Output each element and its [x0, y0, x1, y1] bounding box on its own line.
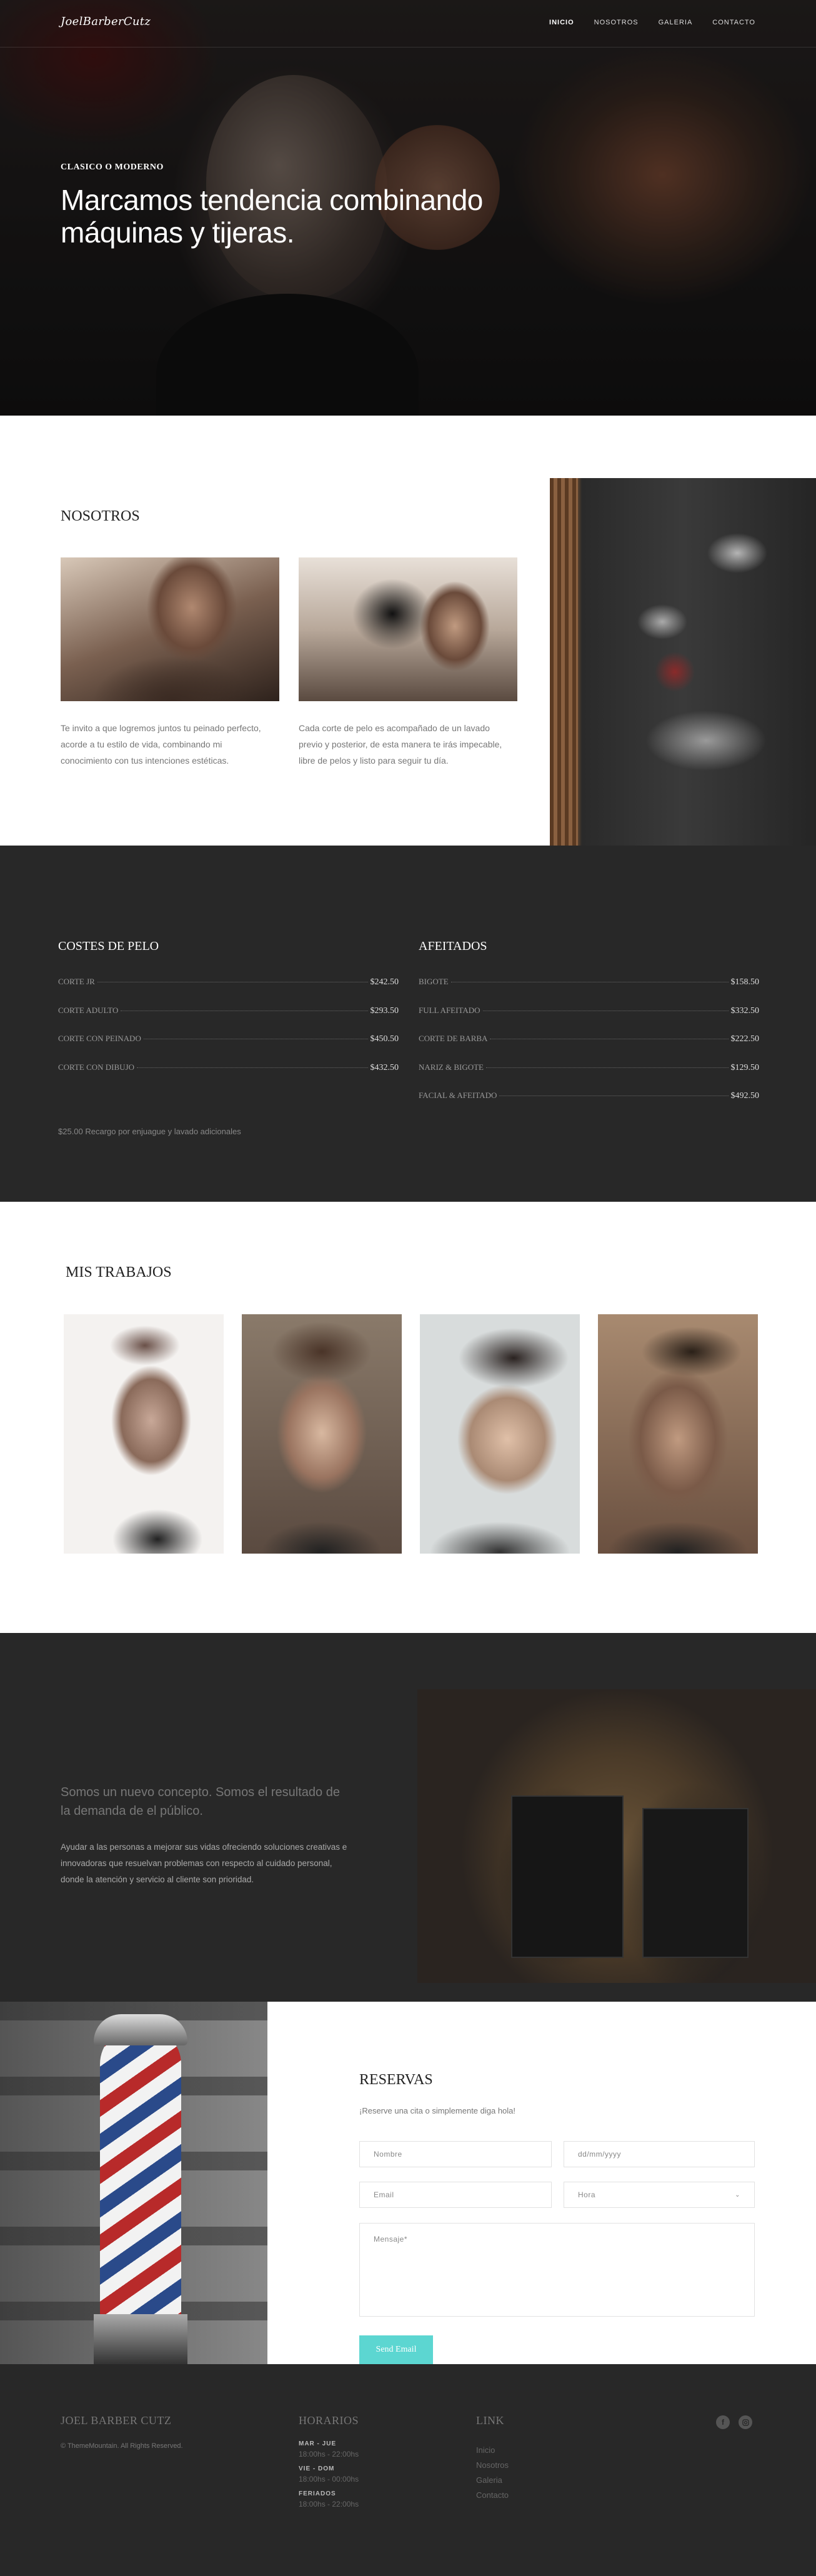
name-field[interactable]: Nombre — [359, 2141, 552, 2167]
nav-link-inicio[interactable]: INICIO — [549, 19, 574, 26]
price-row: CORTE CON PEINADO $450.50 — [58, 1034, 399, 1044]
shaves-title: AFEITADOS — [419, 939, 487, 953]
about-side-photo-scissors — [550, 478, 816, 846]
about-title: NOSOTROS — [61, 508, 140, 524]
hero-title: Marcamos tendencia combinando máquinas y… — [61, 184, 483, 249]
top-navigation: JoelBarberCutz INICIO NOSOTROS GALERIA C… — [0, 0, 816, 47]
date-field[interactable]: dd/mm/yyyy — [564, 2141, 755, 2167]
gallery-image-4[interactable] — [598, 1314, 758, 1554]
gallery-title: MIS TRABAJOS — [66, 1264, 172, 1281]
about-photo-haircut — [299, 557, 517, 701]
footer-link-inicio[interactable]: Inicio — [476, 2443, 509, 2458]
gallery-image-2[interactable] — [242, 1314, 402, 1554]
footer-hours: MAR - JUE 18:00hs - 22:00hs VIE - DOM 18… — [299, 2440, 359, 2509]
concept-section: Somos un nuevo concepto. Somos el result… — [0, 1633, 816, 2002]
footer-links-title: LINK — [476, 2414, 504, 2427]
gallery-image-3[interactable] — [420, 1314, 580, 1554]
about-section: NOSOTROS Te invito a que logremos juntos… — [0, 416, 816, 846]
barber-pole-photo — [0, 2002, 267, 2364]
price-row: FACIAL & AFEITADO $492.50 — [419, 1091, 759, 1101]
footer-links: Inicio Nosotros Galeria Contacto — [476, 2443, 509, 2503]
about-photo-beard-trim — [61, 557, 279, 701]
footer-link-galeria[interactable]: Galeria — [476, 2473, 509, 2488]
price-row: NARIZ & BIGOTE $129.50 — [419, 1062, 759, 1072]
haircuts-title: COSTES DE PELO — [58, 939, 159, 953]
hour-select[interactable]: Hora ⌄ — [564, 2182, 755, 2208]
gallery-section: MIS TRABAJOS — [0, 1202, 816, 1633]
concept-photo-barber-apron — [417, 1689, 816, 1983]
haircuts-price-list: CORTE JR $242.50 CORTE ADULTO $293.50 CORT… — [58, 977, 399, 1091]
instagram-icon[interactable] — [739, 2415, 752, 2429]
footer-link-contacto[interactable]: Contacto — [476, 2488, 509, 2503]
footer: JOEL BARBER CUTZ © ThemeMountain. All Ri… — [0, 2364, 816, 2576]
site-logo[interactable]: JoelBarberCutz — [61, 15, 151, 28]
nav-link-contacto[interactable]: CONTACTO — [712, 19, 755, 26]
send-email-button[interactable]: Send Email — [359, 2335, 433, 2364]
footer-copyright: © ThemeMountain. All Rights Reserved. — [61, 2442, 183, 2450]
reservation-title: RESERVAS — [359, 2072, 433, 2088]
shaves-price-list: BIGOTE $158.50 FULL AFEITADO $332.50 CORTE… — [419, 977, 759, 1119]
about-text-1: Te invito a que logremos juntos tu peina… — [61, 723, 261, 766]
nav-link-nosotros[interactable]: NOSOTROS — [594, 19, 639, 26]
facebook-icon[interactable]: f — [716, 2415, 730, 2429]
nav-link-galeria[interactable]: GALERIA — [659, 19, 693, 26]
prices-section: COSTES DE PELO AFEITADOS CORTE JR $242.50… — [0, 846, 816, 1202]
price-row: CORTE CON DIBUJO $432.50 — [58, 1062, 399, 1072]
email-field[interactable]: Email — [359, 2182, 552, 2208]
footer-link-nosotros[interactable]: Nosotros — [476, 2458, 509, 2473]
price-row: CORTE DE BARBA $222.50 — [419, 1034, 759, 1044]
footer-hours-title: HORARIOS — [299, 2414, 359, 2427]
concept-body: Ayudar a las personas a mejorar sus vida… — [61, 1842, 347, 1884]
gallery-image-1[interactable] — [64, 1314, 224, 1554]
reservation-section: RESERVAS ¡Reserve una cita o simplemente… — [0, 2002, 816, 2364]
message-field[interactable]: Mensaje* — [359, 2223, 755, 2317]
price-row: CORTE ADULTO $293.50 — [58, 1005, 399, 1016]
prices-note: $25.00 Recargo por enjuague y lavado adi… — [58, 1127, 241, 1136]
price-row: FULL AFEITADO $332.50 — [419, 1005, 759, 1016]
about-text-2: Cada corte de pelo es acompañado de un l… — [299, 723, 502, 766]
reservation-subtitle: ¡Reserve una cita o simplemente diga hol… — [359, 2106, 516, 2115]
concept-lead: Somos un nuevo concepto. Somos el result… — [61, 1785, 340, 1818]
nav-links: INICIO NOSOTROS GALERIA CONTACTO — [549, 19, 755, 26]
hero-section: JoelBarberCutz INICIO NOSOTROS GALERIA C… — [0, 0, 816, 416]
footer-brand: JOEL BARBER CUTZ — [61, 2414, 172, 2427]
social-links: f — [716, 2415, 752, 2429]
chevron-down-icon: ⌄ — [735, 2191, 740, 2199]
price-row: CORTE JR $242.50 — [58, 977, 399, 987]
hero-kicker: CLASICO O MODERNO — [61, 162, 164, 172]
price-row: BIGOTE $158.50 — [419, 977, 759, 987]
